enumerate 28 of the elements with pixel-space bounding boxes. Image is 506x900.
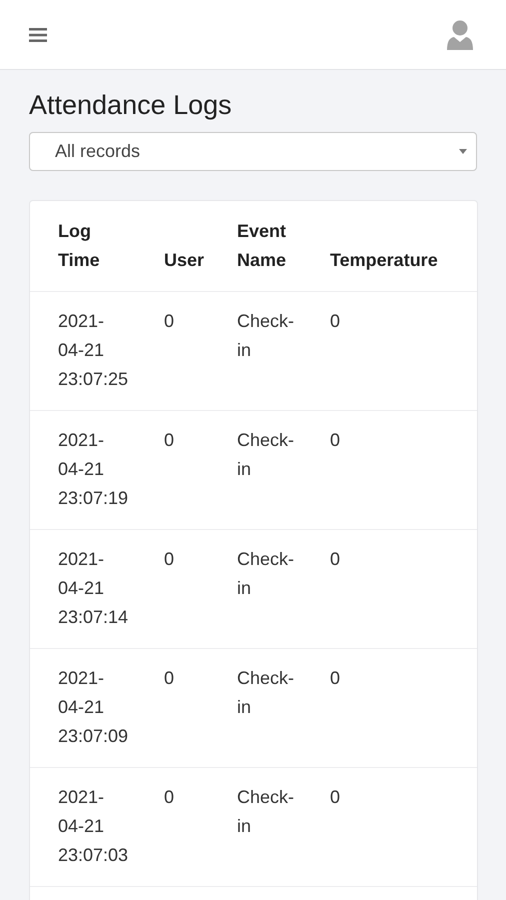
table-cell-text: Check-in xyxy=(237,667,296,719)
column-header: Log Time xyxy=(58,220,101,272)
table-cell-text: 0 xyxy=(164,548,176,571)
table-cell-text: 0 xyxy=(330,548,342,571)
table-cell-text: 0 xyxy=(164,667,176,690)
table-cell-text: 2021-04-21 23:07:25 xyxy=(58,310,130,391)
table-cell-text: 0 xyxy=(164,786,176,809)
table-cell-text: 0 xyxy=(330,429,342,452)
filter-select[interactable]: All records xyxy=(29,132,477,171)
table-cell-text: Check-in xyxy=(237,429,296,481)
table-cell-text: Check-in xyxy=(237,548,296,600)
table-cell-text: 0 xyxy=(330,786,342,809)
caret-down-icon xyxy=(459,149,467,154)
table-cell-text: 0 xyxy=(164,429,176,452)
table-cell-text: 2021-04-21 23:07:14 xyxy=(58,548,130,629)
table-cell-text: Check-in xyxy=(237,786,296,838)
table-cell-text: 0 xyxy=(330,310,342,333)
table-cell-text: 2021-04-21 23:07:09 xyxy=(58,667,130,748)
table-cell-text: 0 xyxy=(330,667,342,690)
column-header: Event Name xyxy=(237,220,288,272)
table-cell-text: 2021-04-21 23:07:03 xyxy=(58,786,130,867)
table-cell-text: 2021-04-21 23:07:19 xyxy=(58,429,130,510)
column-header: Temperature xyxy=(330,249,439,272)
table-cell-text: Check-in xyxy=(237,310,296,362)
page-title: Attendance Logs xyxy=(29,92,233,119)
column-header: User xyxy=(164,249,206,272)
menu-icon[interactable] xyxy=(29,26,47,42)
table-cell-text: 0 xyxy=(164,310,176,333)
